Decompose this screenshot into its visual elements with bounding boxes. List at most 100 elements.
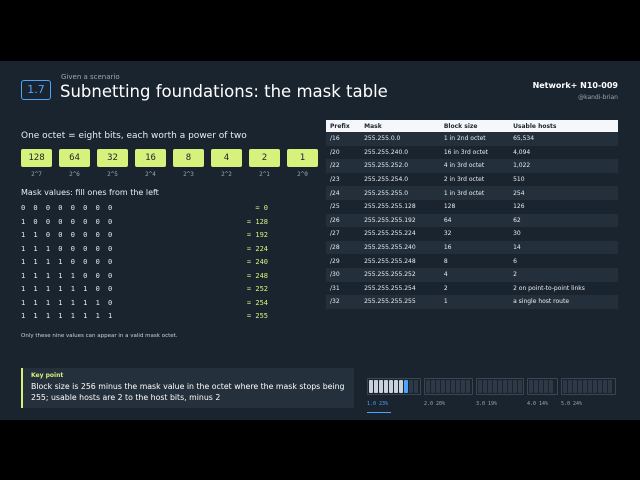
column-header: Mask <box>360 120 440 132</box>
bit-column: 4 2^2 <box>211 149 242 178</box>
section-badge: 1.7 <box>21 80 51 100</box>
table-cell: /32 <box>326 295 361 309</box>
progress-group-thumbnail[interactable] <box>561 378 616 395</box>
slide-thumb <box>529 380 533 393</box>
table-cell: 510 <box>513 176 525 184</box>
mask-row: 1 1 1 1 1 1 0 0 = 252 <box>21 285 271 299</box>
progress-active-underline <box>367 412 391 413</box>
table-cell: /27 <box>330 230 340 238</box>
bit-value: 2 <box>249 149 280 167</box>
slide-thumb <box>563 380 567 393</box>
slide-thumb <box>593 380 597 393</box>
table-cell: 65,534 <box>509 132 618 146</box>
course-name: Network+ N10-009 <box>532 81 618 90</box>
mask-value: = 255 <box>246 312 268 320</box>
bit-power-label: 2^5 <box>107 171 118 178</box>
slide-thumb <box>456 380 460 393</box>
mask-row: 1 1 0 0 0 0 0 0 = 192 <box>21 231 271 245</box>
table-row: /25 255.255.255.128 128 126 <box>326 200 618 214</box>
table-cell: 255.255.255.192 <box>360 213 440 228</box>
table-cell: 16 <box>439 240 510 255</box>
mask-bits: 1 0 0 0 0 0 0 0 <box>21 217 115 226</box>
slide-thumb <box>374 380 378 393</box>
slide-thumb <box>409 380 413 393</box>
table-row: /31 255.255.255.254 2 2 on point-to-point l… <box>326 282 618 296</box>
table-row: /22 255.255.252.0 4 in 3rd octet 1,022 <box>326 159 618 173</box>
slide-thumb <box>513 380 517 393</box>
slide-kicker: Given a scenario <box>61 73 120 81</box>
table-cell: /30 <box>326 267 361 282</box>
table-cell: 1,022 <box>509 159 618 173</box>
slide-thumb <box>573 380 577 393</box>
table-cell: /20 <box>330 148 340 156</box>
table-row: /16 255.255.0.0 1 in 2nd octet 65,534 <box>326 132 618 146</box>
slide-thumb <box>404 380 408 393</box>
table-row: /27 255.255.255.224 32 30 <box>326 227 618 241</box>
bit-column: 1 2^0 <box>287 149 318 178</box>
table-row: /28 255.255.255.240 16 14 <box>326 240 618 255</box>
mask-bits: 1 1 0 0 0 0 0 0 <box>21 231 115 239</box>
table-cell: 4 <box>439 267 510 282</box>
table-cell: 255.255.255.128 <box>364 203 416 211</box>
mask-value: = 252 <box>246 285 268 293</box>
table-cell: 255.255.240.0 <box>364 148 409 156</box>
table-cell: 62 <box>509 213 618 228</box>
slide-thumb <box>369 380 373 393</box>
mask-row: 1 1 1 0 0 0 0 0 = 224 <box>21 245 271 259</box>
table-cell: 255.255.255.0 <box>360 186 440 200</box>
progress-group-thumbnail[interactable] <box>527 378 558 395</box>
table-cell: /31 <box>330 284 340 292</box>
bits-heading: One octet = eight bits, each worth a pow… <box>21 131 247 141</box>
slide-thumb <box>583 380 587 393</box>
progress-group-label: 3.0 19% <box>476 401 498 407</box>
table-cell: 16 in 3rd octet <box>443 148 489 156</box>
table-cell: 255.255.255.248 <box>364 257 416 265</box>
slide-thumb <box>578 380 582 393</box>
mask-bits: 1 1 1 1 1 1 0 0 <box>21 285 115 293</box>
table-row: /26 255.255.255.192 64 62 <box>326 213 618 228</box>
slide-thumb <box>389 380 393 393</box>
progress-group-thumbnail[interactable] <box>367 378 421 395</box>
slide-thumb <box>384 380 388 393</box>
mask-value: = 192 <box>246 231 268 239</box>
table-cell: 255.255.254.0 <box>364 176 409 184</box>
table-header-row: Prefix Mask Block size Usable hosts <box>326 120 618 132</box>
mask-value: = 0 <box>255 204 268 212</box>
table-row: /23 255.255.254.0 2 in 3rd octet 510 <box>326 173 618 187</box>
table-cell: 128 <box>443 203 456 211</box>
bit-value: 128 <box>21 149 52 167</box>
slide-thumb <box>478 380 482 393</box>
progress-thumbnails <box>367 378 617 396</box>
bit-column: 16 2^4 <box>135 149 166 178</box>
table-cell: a single host route <box>509 295 618 309</box>
progress-group-thumbnail[interactable] <box>476 378 524 395</box>
slide-thumb <box>568 380 572 393</box>
key-point-title: Key point <box>31 372 64 379</box>
progress-group-thumbnail[interactable] <box>424 378 473 395</box>
table-cell: 254 <box>509 186 618 200</box>
column-header: Prefix <box>326 120 361 132</box>
table-cell: /16 <box>326 132 361 146</box>
mask-value: = 248 <box>246 271 268 280</box>
table-cell: 2 in 3rd octet <box>443 176 485 184</box>
progress-group-label: 1.0 23% <box>367 401 389 407</box>
table-cell: 4 in 3rd octet <box>439 159 510 173</box>
slide-thumb <box>399 380 403 393</box>
mask-bits: 1 1 1 1 1 1 1 1 <box>21 312 115 320</box>
mask-bits: 0 0 0 0 0 0 0 0 <box>21 204 115 212</box>
mask-note: Only these nine values can appear in a v… <box>21 333 178 339</box>
table-cell: 255.255.255.240 <box>360 240 440 255</box>
table-cell: 2 <box>443 284 448 292</box>
slide-thumb <box>379 380 383 393</box>
slide-thumb <box>493 380 497 393</box>
slide-thumb <box>461 380 465 393</box>
bit-value: 16 <box>135 149 166 167</box>
table-cell: /28 <box>326 240 361 255</box>
mask-bits: 1 1 1 1 0 0 0 0 <box>21 258 115 266</box>
table-cell: 2 <box>509 267 618 282</box>
table-cell: 2 on point-to-point links <box>513 284 585 292</box>
table-cell: /26 <box>326 213 361 228</box>
slide-thumb <box>549 380 553 393</box>
table-row: /20 255.255.240.0 16 in 3rd octet 4,094 <box>326 146 618 160</box>
slide-thumb <box>508 380 512 393</box>
